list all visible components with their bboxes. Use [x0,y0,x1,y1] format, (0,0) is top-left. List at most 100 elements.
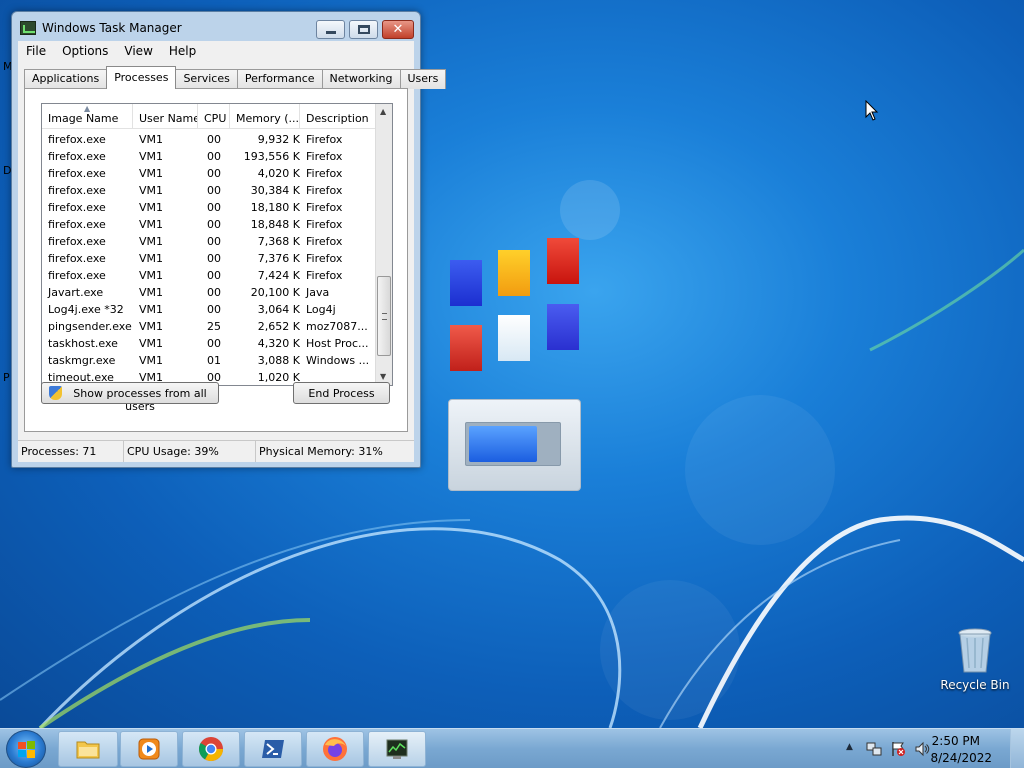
process-description-cell: Java [306,286,330,299]
tab-processes[interactable]: Processes [106,66,177,89]
process-description-cell: Firefox [306,167,343,180]
menu-bar: File Options View Help [18,41,414,61]
menu-file[interactable]: File [18,41,54,61]
clock-time[interactable]: 2:50 PM [932,734,980,748]
table-row[interactable]: Javart.exe VM1 00 20,100 K Java [42,283,376,300]
tab-applications[interactable]: Applications [24,69,108,89]
process-cpu-cell: 00 [207,218,221,231]
process-user-cell: VM1 [139,303,164,316]
table-row[interactable]: firefox.exe VM1 00 7,376 K Firefox [42,249,376,266]
toggle-switch-graphic [448,399,581,491]
scroll-up-icon[interactable]: ▲ [380,107,386,116]
taskbar-explorer-button[interactable] [58,731,118,767]
recycle-bin-desktop-icon[interactable]: Recycle Bin [940,628,1010,692]
table-row[interactable]: firefox.exe VM1 00 7,368 K Firefox [42,232,376,249]
table-row[interactable]: firefox.exe VM1 00 7,424 K Firefox [42,266,376,283]
column-header-user-name[interactable]: User Name [133,104,198,129]
process-user-cell: VM1 [139,218,164,231]
status-processes: Processes: 71 [18,441,124,462]
uac-shield-icon [49,386,62,400]
process-cpu-cell: 00 [207,133,221,146]
tab-users[interactable]: Users [399,69,447,89]
scrollbar-thumb[interactable] [377,276,391,356]
process-memory-cell: 3,064 K [257,303,300,316]
logo-tile [547,238,579,284]
process-user-cell: VM1 [139,133,164,146]
process-name-cell: firefox.exe [48,235,106,248]
recycle-bin-label: Recycle Bin [940,678,1010,692]
column-header-image-name[interactable]: ▲ Image Name [42,104,133,129]
table-row[interactable]: firefox.exe VM1 00 4,020 K Firefox [42,164,376,181]
taskbar: ▲ 2:50 PM 8/24/2022 [0,728,1024,768]
process-name-cell: Log4j.exe *32 [48,303,124,316]
start-button[interactable] [6,730,46,768]
maximize-icon [358,25,370,34]
volume-icon[interactable] [914,741,930,757]
table-row[interactable]: pingsender.exe VM1 25 2,652 K moz7087... [42,317,376,334]
column-header-label: Image Name [48,112,119,125]
menu-help[interactable]: Help [161,41,204,61]
taskbar-task-manager-button[interactable] [368,731,426,767]
chrome-icon [198,737,223,762]
process-memory-cell: 20,100 K [250,286,300,299]
tab-services[interactable]: Services [175,69,238,89]
firefox-icon [323,737,347,761]
process-name-cell: firefox.exe [48,201,106,214]
table-row[interactable]: taskmgr.exe VM1 01 3,088 K Windows ... [42,351,376,368]
process-description-cell: Firefox [306,201,343,214]
process-cpu-cell: 00 [207,337,221,350]
recycle-bin-icon [958,628,992,674]
column-header-description[interactable]: Description [300,104,376,129]
process-cpu-cell: 00 [207,201,221,214]
title-bar[interactable]: Windows Task Manager ✕ [12,12,420,42]
table-row[interactable]: firefox.exe VM1 00 18,180 K Firefox [42,198,376,215]
end-process-button[interactable]: End Process [293,382,390,404]
show-desktop-button[interactable] [1010,729,1024,768]
table-row[interactable]: firefox.exe VM1 00 18,848 K Firefox [42,215,376,232]
close-button[interactable]: ✕ [382,20,414,39]
show-hidden-icons-arrow[interactable]: ▲ [846,742,853,752]
tab-networking[interactable]: Networking [321,69,401,89]
taskbar-chrome-button[interactable] [182,731,240,767]
process-memory-cell: 7,368 K [257,235,300,248]
column-header-cpu[interactable]: CPU [198,104,230,129]
show-all-processes-button[interactable]: Show processes from all users [41,382,219,413]
menu-view[interactable]: View [116,41,160,61]
column-header-memory[interactable]: Memory (... [230,104,300,129]
tab-performance[interactable]: Performance [236,69,323,89]
vertical-scrollbar[interactable]: ▲ ▼ [375,104,392,385]
taskbar-media-player-button[interactable] [120,731,178,767]
process-description-cell: Firefox [306,150,343,163]
process-user-cell: VM1 [139,150,164,163]
table-row[interactable]: taskhost.exe VM1 00 4,320 K Host Proc... [42,334,376,351]
close-icon: ✕ [392,22,404,37]
mouse-cursor-icon [865,100,879,121]
table-row[interactable]: firefox.exe VM1 00 9,932 K Firefox [42,130,376,147]
show-all-processes-label: Show processes from all users [73,387,207,413]
status-cpu-usage: CPU Usage: 39% [124,441,256,462]
menu-options[interactable]: Options [54,41,116,61]
powershell-icon [262,740,284,758]
window-body: Applications Processes Services Performa… [18,61,447,450]
process-description-cell: Log4j [306,303,336,316]
process-cpu-cell: 00 [207,303,221,316]
process-user-cell: VM1 [139,235,164,248]
scroll-down-icon[interactable]: ▼ [380,372,386,381]
network-icon[interactable] [866,741,882,757]
table-row[interactable]: Log4j.exe *32 VM1 00 3,064 K Log4j [42,300,376,317]
minimize-button[interactable] [316,20,345,39]
table-row[interactable]: firefox.exe VM1 00 30,384 K Firefox [42,181,376,198]
action-center-flag-icon[interactable] [890,741,906,757]
process-name-cell: firefox.exe [48,133,106,146]
task-manager-icon [386,739,408,759]
process-name-cell: firefox.exe [48,252,106,265]
table-row[interactable]: firefox.exe VM1 00 193,556 K Firefox [42,147,376,164]
process-cpu-cell: 00 [207,184,221,197]
process-description-cell: Windows ... [306,354,370,367]
taskbar-powershell-button[interactable] [244,731,302,767]
taskbar-firefox-button[interactable] [306,731,364,767]
maximize-button[interactable] [349,20,378,39]
process-user-cell: VM1 [139,320,164,333]
clock-date[interactable]: 8/24/2022 [930,751,992,765]
process-description-cell: Firefox [306,184,343,197]
